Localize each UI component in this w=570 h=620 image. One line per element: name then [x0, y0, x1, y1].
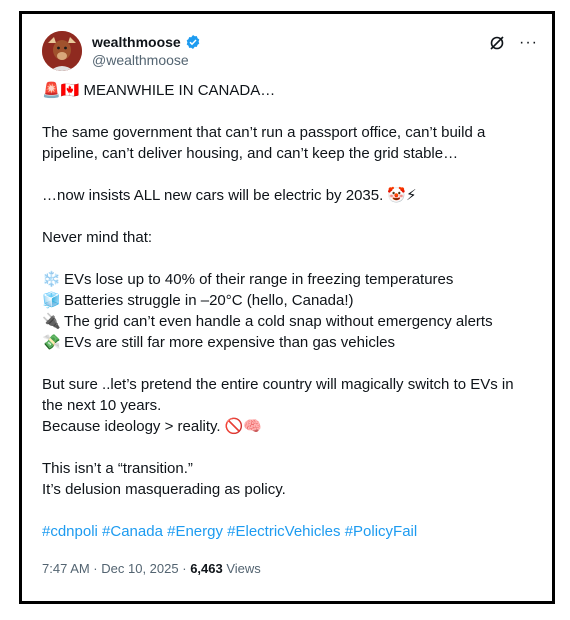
bullet-item: 💸 EVs are still far more expensive than g… — [42, 332, 534, 353]
more-icon[interactable]: ··· — [519, 35, 538, 51]
display-name[interactable]: wealthmoose — [92, 34, 181, 50]
post-header: wealthmoose @wealthmoose ··· — [42, 31, 538, 75]
plug-icon: 🔌 — [42, 313, 61, 330]
paragraph-4-line-2: Because ideology > reality. 🚫🧠 — [42, 416, 534, 437]
paragraph-2: …now insists ALL new cars will be electr… — [42, 185, 534, 206]
paragraph-4-line-2-text: Because ideology > reality. — [42, 418, 221, 435]
post-meta: 7:47 AM · Dec 10, 2025 · 6,463 Views — [42, 561, 261, 576]
views-count: 6,463 — [190, 561, 223, 576]
hashtags[interactable]: #cdnpoli #Canada #Energy #ElectricVehicl… — [42, 521, 534, 542]
bullet-item: 🧊 Batteries struggle in –20°C (hello, Can… — [42, 290, 534, 311]
verified-badge-icon — [186, 35, 199, 49]
headline-emoji: 🚨🇨🇦 — [42, 82, 80, 99]
timestamp[interactable]: 7:47 AM · Dec 10, 2025 — [42, 561, 179, 576]
post-card: wealthmoose @wealthmoose ··· 🚨🇨🇦 MEANWHI… — [19, 11, 555, 604]
money-wings-icon: 💸 — [42, 334, 61, 351]
header-actions: ··· — [489, 35, 538, 51]
views-label: Views — [226, 561, 261, 576]
paragraph-4-line-1: But sure ..let’s pretend the entire coun… — [42, 376, 518, 414]
paragraph-2-text: …now insists ALL new cars will be electr… — [42, 187, 384, 204]
clown-lightning-emoji: 🤡⚡ — [387, 187, 417, 204]
paragraph-1: The same government that can’t run a pas… — [42, 124, 490, 162]
paragraph-5-line-1: This isn’t a “transition.” — [42, 460, 193, 477]
post-text: 🚨🇨🇦 MEANWHILE IN CANADA… The same govern… — [42, 80, 534, 542]
bullet-text: EVs lose up to 40% of their range in fre… — [64, 271, 454, 288]
bullet-text: Batteries struggle in –20°C (hello, Cana… — [64, 292, 354, 309]
bullet-item: 🔌 The grid can’t even handle a cold snap … — [42, 311, 534, 332]
paragraph-5-line-2: It’s delusion masquerading as policy. — [42, 481, 286, 498]
snowflake-icon: ❄️ — [42, 271, 61, 288]
paragraph-3: Never mind that: — [42, 229, 153, 246]
bullet-text: The grid can’t even handle a cold snap w… — [64, 313, 493, 330]
bullet-item: ❄️ EVs lose up to 40% of their range in f… — [42, 269, 534, 290]
author-block: wealthmoose @wealthmoose — [92, 34, 201, 68]
grok-icon[interactable] — [489, 35, 505, 51]
bullet-text: EVs are still far more expensive than ga… — [64, 334, 395, 351]
headline: 🚨🇨🇦 MEANWHILE IN CANADA… — [42, 80, 534, 101]
handle[interactable]: @wealthmoose — [92, 52, 201, 68]
prohibited-brain-emoji: 🚫🧠 — [224, 418, 262, 435]
meta-separator: · — [182, 561, 187, 576]
avatar-image — [42, 31, 82, 71]
avatar[interactable] — [42, 31, 82, 71]
headline-text: MEANWHILE IN CANADA… — [83, 82, 276, 99]
ice-cube-icon: 🧊 — [42, 292, 61, 309]
